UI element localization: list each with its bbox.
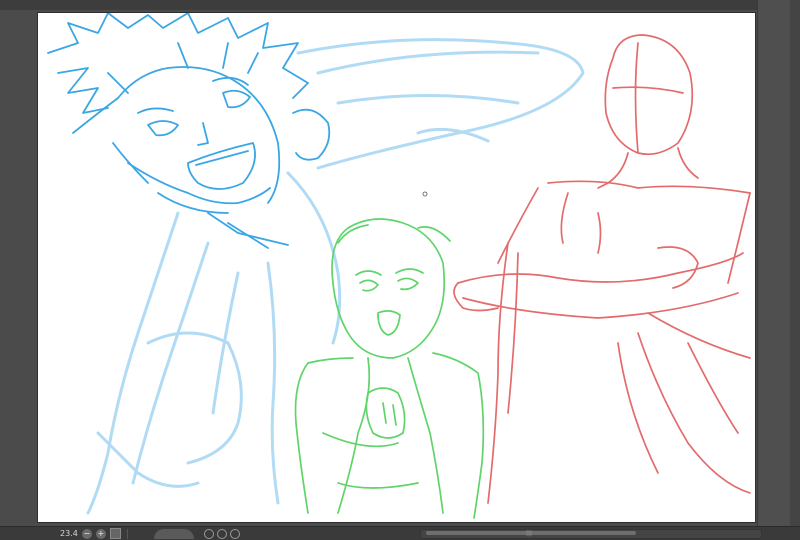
cursor-dot <box>422 191 428 197</box>
zoom-in-icon[interactable]: + <box>95 528 106 539</box>
right-panel <box>757 0 800 539</box>
divider <box>126 528 128 539</box>
fit-window-icon[interactable] <box>109 528 121 539</box>
rotate-left-icon[interactable] <box>203 528 214 539</box>
rotate-dial-icon[interactable] <box>153 528 194 539</box>
red-character-sketch <box>453 34 751 504</box>
zoom-out-icon[interactable]: − <box>81 528 92 539</box>
scroll-grip-icon: ||| <box>526 530 533 537</box>
scrollbar-thumb[interactable]: ||| <box>426 530 636 537</box>
drawing-canvas[interactable] <box>38 13 755 522</box>
zoom-value[interactable]: 23.4 <box>60 527 78 540</box>
status-bar: 23.4 − + ||| <box>0 526 800 540</box>
green-character-sketch <box>294 218 485 519</box>
top-menu-strip <box>0 0 800 10</box>
zoom-controls: 23.4 − + <box>60 527 121 540</box>
sketch-layers <box>47 13 751 519</box>
blue-head-sketch <box>47 13 331 249</box>
rotation-controls <box>203 528 240 539</box>
light-blue-body-sketch <box>86 38 585 515</box>
flip-icon[interactable] <box>229 528 240 539</box>
horizontal-scrollbar[interactable]: ||| <box>420 529 762 539</box>
rotate-right-icon[interactable] <box>216 528 227 539</box>
right-panel-edge <box>790 0 800 539</box>
